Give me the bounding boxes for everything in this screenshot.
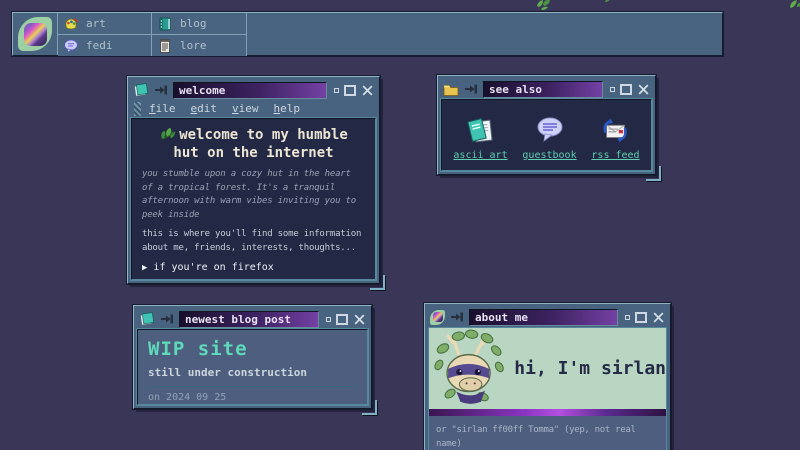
blog-content: WIP site still under construction on 202… [137, 329, 368, 405]
about-heading: hi, I'm sirlan [514, 358, 666, 379]
maximize-button[interactable] [344, 85, 356, 96]
about-text: or "sirlan ff00ff Tomma" (yep, not real … [428, 416, 667, 450]
notepad-icon [139, 311, 155, 327]
close-icon [361, 84, 374, 97]
blog-icon [157, 16, 173, 32]
window-title: about me [469, 309, 618, 326]
window-title: newest blog post [179, 311, 319, 328]
speech-bubble-icon [534, 114, 566, 146]
menu-grip[interactable] [134, 102, 141, 116]
welcome-titlebar[interactable]: welcome [131, 80, 376, 100]
details-arrow-icon: ▶ [142, 263, 147, 273]
art-icon [63, 16, 79, 32]
resize-handle[interactable] [362, 400, 377, 415]
details-label: if you're on firefox [153, 262, 273, 273]
folder-icon [443, 82, 459, 97]
window-about-me: about me [424, 303, 671, 450]
leaf-icon [159, 126, 176, 141]
icon-link-label: rss feed [591, 150, 639, 161]
about-line-1: or "sirlan ff00ff Tomma" (yep, not real … [436, 423, 659, 450]
lore-icon [157, 38, 173, 54]
icon-link-label: guestbook [522, 150, 576, 161]
top-nav-bar: art blog fedi [12, 12, 723, 56]
leaf-logo-icon [18, 17, 52, 51]
close-button[interactable] [361, 84, 374, 97]
welcome-heading: welcome to my humble hut on the internet [142, 126, 365, 162]
minimize-button[interactable] [334, 88, 339, 93]
blog-post-subtitle: still under construction [148, 366, 357, 379]
blog-post-date: on 2024 09 25 [148, 392, 357, 403]
firefox-details-toggle[interactable]: ▶ if you're on firefox [142, 262, 365, 273]
site-logo[interactable] [13, 13, 58, 55]
blog-post-title: WIP site [148, 338, 357, 360]
close-button[interactable] [637, 83, 650, 96]
nav-item-label: blog [180, 17, 207, 30]
welcome-heading-line2: hut on the internet [173, 145, 333, 161]
fedi-icon [63, 38, 79, 54]
minimize-button[interactable] [326, 317, 331, 322]
notepad-icon [133, 82, 149, 98]
nav-item-blog[interactable]: blog [152, 13, 246, 34]
close-icon [353, 313, 366, 326]
welcome-intro-text: you stumble upon a cozy hut in the heart… [142, 168, 365, 222]
menu-item-edit[interactable]: edit [191, 102, 218, 115]
pin-icon[interactable] [154, 84, 168, 96]
minimize-button[interactable] [625, 315, 630, 320]
window-newest-blog-post: newest blog post WIP site still under co… [133, 305, 372, 409]
nav-item-label: art [86, 17, 106, 30]
icon-link-label: ascii art [453, 150, 507, 161]
see-also-titlebar[interactable]: see also [441, 79, 652, 99]
menu-item-help[interactable]: help [274, 102, 301, 115]
close-button[interactable] [652, 311, 665, 324]
welcome-menubar: file edit view help [131, 100, 376, 118]
window-welcome: welcome file edit view help [127, 76, 380, 284]
welcome-content: welcome to my humble hut on the internet… [131, 118, 376, 280]
nav-item-lore[interactable]: lore [152, 35, 246, 56]
pin-icon[interactable] [160, 313, 174, 325]
menu-item-file[interactable]: file [149, 102, 176, 115]
leaf-decoration-icon [788, 0, 800, 11]
leaf-decoration-icon [604, 0, 612, 3]
top-bar-spacer [247, 13, 722, 55]
nav-item-art[interactable]: art [58, 13, 151, 34]
nav-item-label: lore [180, 39, 207, 52]
rss-icon [599, 114, 631, 146]
maximize-button[interactable] [336, 314, 348, 325]
about-titlebar[interactable]: about me [428, 307, 667, 327]
minimize-button[interactable] [610, 87, 615, 92]
close-button[interactable] [353, 313, 366, 326]
link-ascii-art[interactable]: ascii art [453, 114, 507, 161]
desktop: art blog fedi [0, 0, 800, 450]
welcome-body-text: this is where you'll find some informati… [142, 228, 365, 255]
close-icon [637, 83, 650, 96]
welcome-heading-line1: welcome to my humble [179, 127, 348, 143]
nav-item-label: fedi [86, 39, 113, 52]
nav-grid: art blog fedi [58, 13, 247, 56]
nav-item-fedi[interactable]: fedi [58, 35, 151, 56]
gradient-divider [428, 409, 667, 416]
about-banner: hi, I'm sirlan [428, 327, 667, 409]
pin-icon[interactable] [464, 83, 478, 95]
pin-icon[interactable] [450, 311, 464, 323]
resize-handle[interactable] [370, 275, 385, 290]
leaf-decoration-icon [536, 0, 552, 10]
leaf-logo-icon [430, 310, 445, 325]
maximize-button[interactable] [620, 84, 632, 95]
dragon-avatar [429, 328, 512, 410]
close-icon [652, 311, 665, 324]
menu-item-view[interactable]: view [232, 102, 259, 115]
see-also-content: ascii art guestbook [441, 99, 652, 171]
link-guestbook[interactable]: guestbook [522, 114, 576, 161]
window-title: welcome [173, 82, 327, 99]
window-see-also: see also ascii art [437, 75, 656, 175]
blog-titlebar[interactable]: newest blog post [137, 309, 368, 329]
resize-handle[interactable] [646, 166, 661, 181]
divider [148, 386, 357, 387]
window-title: see also [483, 81, 603, 98]
maximize-button[interactable] [635, 312, 647, 323]
link-rss-feed[interactable]: rss feed [591, 114, 639, 161]
notepad-icon [465, 114, 497, 146]
